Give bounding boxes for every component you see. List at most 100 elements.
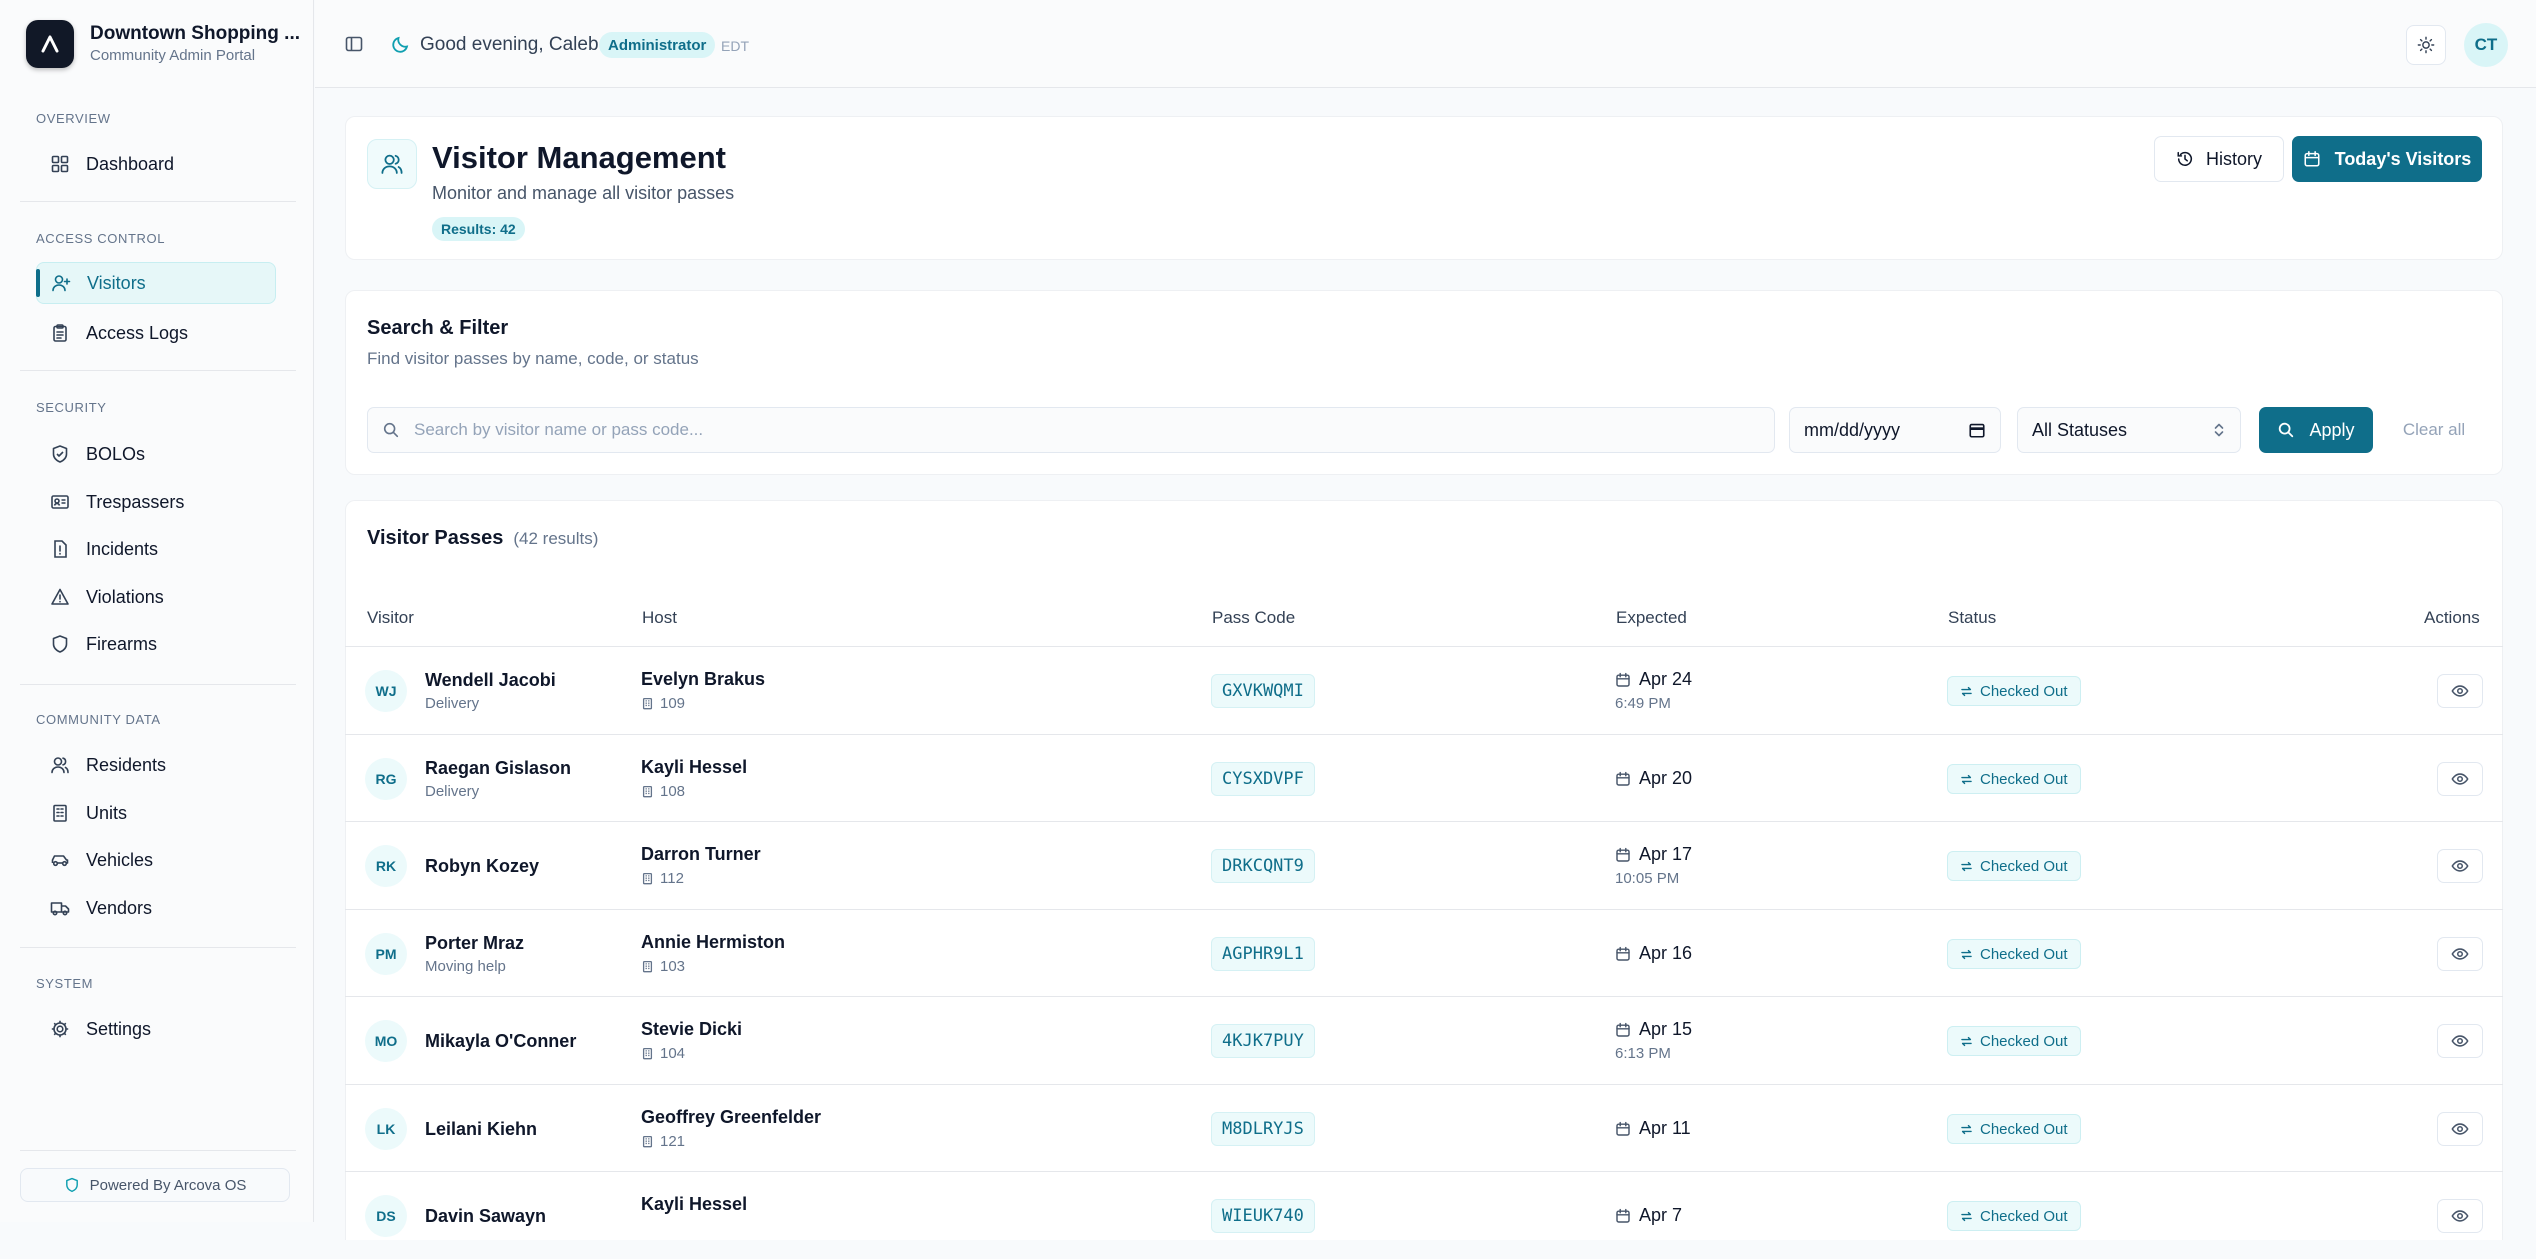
host-unit: 109 [641, 695, 685, 712]
table-row[interactable]: RG Raegan Gislason Delivery Kayli Hessel 108… [345, 734, 2503, 822]
table-row[interactable]: LK Leilani Kiehn Geoffrey Greenfelder 121 M8… [345, 1084, 2503, 1172]
visitor-name: Mikayla O'Conner [425, 1031, 577, 1051]
table-row[interactable]: PM Porter Mraz Moving help Annie Hermiston 1… [345, 909, 2503, 997]
table-title: Visitor Passes [367, 527, 504, 549]
expected-date-label: Apr 24 [1639, 669, 1693, 689]
status-badge: Checked Out [1947, 676, 2081, 706]
divider [20, 1150, 296, 1151]
sidebar-toggle-button[interactable] [341, 31, 367, 57]
visitor-avatar: RK [365, 845, 407, 887]
eye-icon [2451, 770, 2469, 788]
expected-date: Apr 17 [1615, 844, 1692, 865]
shield-check-icon [50, 634, 70, 654]
apply-button[interactable]: Apply [2259, 407, 2373, 453]
timezone-label: EDT [721, 38, 749, 54]
visitor-avatar: DS [365, 1195, 407, 1237]
eye-icon [2451, 1120, 2469, 1138]
view-button[interactable] [2437, 674, 2483, 708]
sidebar-item-units[interactable]: Units [36, 792, 276, 834]
swap-icon [1960, 948, 1973, 961]
host-unit: 103 [641, 958, 685, 975]
status-select[interactable]: All Statuses [2017, 407, 2241, 453]
section-security: SECURITY [36, 400, 107, 415]
swap-icon [1960, 860, 1973, 873]
eye-icon [2451, 945, 2469, 963]
pass-code: AGPHR9L1 [1211, 937, 1315, 971]
history-button[interactable]: History [2154, 136, 2284, 182]
status-badge: Checked Out [1947, 764, 2081, 794]
date-input[interactable]: mm/dd/yyyy [1789, 407, 2001, 453]
sidebar-item-dashboard[interactable]: Dashboard [36, 143, 276, 185]
view-button[interactable] [2437, 1112, 2483, 1146]
view-button[interactable] [2437, 937, 2483, 971]
sidebar-item-trespassers[interactable]: Trespassers [36, 481, 276, 523]
column-header-host: Host [642, 608, 677, 627]
pass-code: CYSXDVPF [1211, 762, 1315, 796]
view-button[interactable] [2437, 1199, 2483, 1233]
search-input[interactable]: Search by visitor name or pass code... [367, 407, 1775, 453]
pass-code: 4KJK7PUY [1211, 1024, 1315, 1058]
table-row[interactable]: MO Mikayla O'Conner Stevie Dicki 104 4KJK7PU… [345, 996, 2503, 1084]
visitor-name: Porter Mraz [425, 933, 525, 953]
table-row[interactable]: WJ Wendell Jacobi Delivery Evelyn Brakus 109… [345, 646, 2503, 734]
eye-icon [2451, 1207, 2469, 1225]
sidebar-item-violations[interactable]: Violations [36, 576, 276, 618]
table-count: (42 results) [513, 529, 599, 548]
theme-toggle-button[interactable] [2406, 25, 2446, 65]
chevron-updown-icon [2212, 422, 2226, 438]
car-icon [50, 850, 70, 870]
status-label: Checked Out [1980, 857, 2068, 875]
sidebar-item-incidents[interactable]: Incidents [36, 528, 276, 570]
role-badge: Administrator [599, 32, 716, 58]
page-subtitle: Monitor and manage all visitor passes [432, 183, 735, 203]
eye-icon [2451, 857, 2469, 875]
todays-visitors-button[interactable]: Today's Visitors [2292, 136, 2482, 182]
sidebar-item-label: Vehicles [86, 849, 154, 870]
host-unit: 108 [641, 783, 685, 800]
sidebar-item-residents[interactable]: Residents [36, 744, 276, 786]
brand-logo [26, 20, 74, 68]
unit-number: 109 [660, 695, 686, 712]
pass-code: DRKCQNT9 [1211, 849, 1315, 883]
expected-date: Apr 24 [1615, 669, 1692, 690]
calendar-icon[interactable] [1968, 421, 1986, 439]
status-label: Checked Out [1980, 945, 2068, 963]
history-label: History [2205, 148, 2262, 169]
sidebar-item-vendors[interactable]: Vendors [36, 887, 276, 929]
table-row[interactable]: DS Davin Sawayn Kayli Hessel WIEUK740 Apr 7 C… [345, 1171, 2503, 1259]
users-icon [50, 755, 70, 775]
date-placeholder: mm/dd/yyyy [1804, 419, 1901, 440]
sidebar-item-settings[interactable]: Settings [36, 1008, 276, 1050]
swap-icon [1960, 685, 1973, 698]
brand[interactable]: Downtown Shopping ... Community Admin Po… [26, 20, 300, 68]
pass-code: WIEUK740 [1211, 1199, 1315, 1233]
status-label: Checked Out [1980, 770, 2068, 788]
search-icon [382, 421, 400, 439]
host-name: Darron Turner [641, 844, 761, 864]
eye-icon [2451, 1032, 2469, 1050]
gear-icon [50, 1019, 70, 1039]
sidebar-item-visitors[interactable]: Visitors [36, 262, 276, 304]
column-header-pass-code: Pass Code [1212, 608, 1296, 627]
divider [20, 684, 296, 685]
filter-subtitle: Find visitor passes by name, code, or st… [367, 349, 699, 368]
sidebar-item-bolos[interactable]: BOLOs [36, 433, 276, 475]
table-row[interactable]: RK Robyn Kozey Darron Turner 112 DRKCQNT9 Apr… [345, 821, 2503, 909]
status-badge: Checked Out [1947, 1026, 2081, 1056]
sidebar-item-access-logs[interactable]: Access Logs [36, 312, 276, 354]
view-button[interactable] [2437, 849, 2483, 883]
expected-time: 6:49 PM [1615, 695, 1671, 712]
avatar[interactable]: CT [2464, 23, 2508, 67]
clear-all-button[interactable]: Clear all [2386, 407, 2482, 453]
view-button[interactable] [2437, 1024, 2483, 1058]
view-button[interactable] [2437, 762, 2483, 796]
sidebar-item-firearms[interactable]: Firearms [36, 623, 276, 665]
building-icon [641, 785, 654, 798]
building-icon [641, 1047, 654, 1060]
expected-date-label: Apr 17 [1639, 844, 1693, 864]
moon-icon [391, 34, 411, 54]
sidebar-item-vehicles[interactable]: Vehicles [36, 839, 276, 881]
sidebar-item-label: Incidents [86, 538, 159, 559]
status-label: Checked Out [1980, 682, 2068, 700]
sidebar-item-label: Visitors [87, 272, 146, 293]
